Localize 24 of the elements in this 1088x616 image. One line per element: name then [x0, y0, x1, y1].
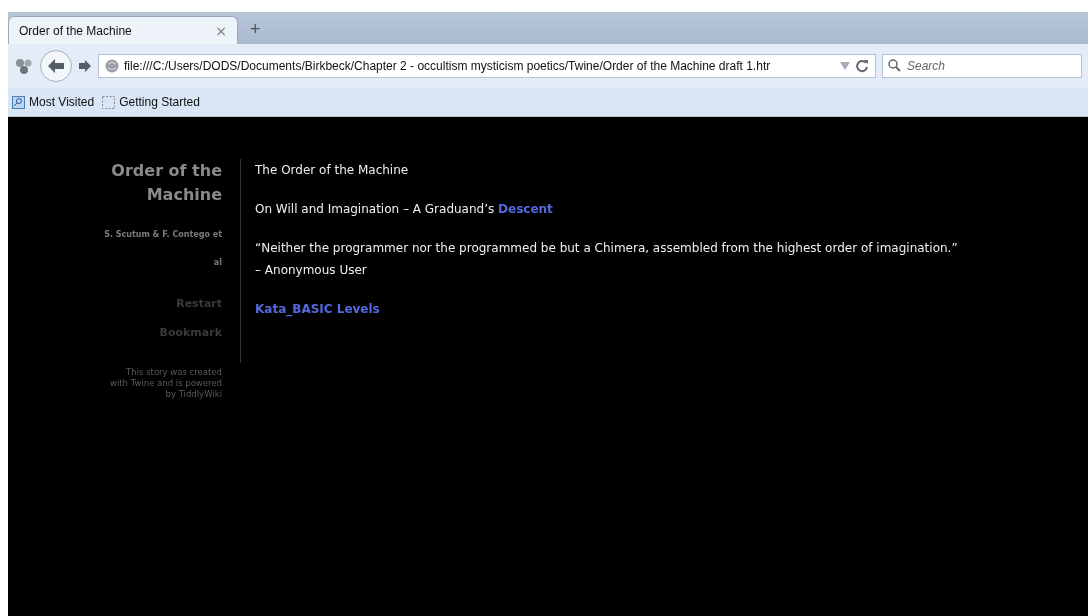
- molecule-icon[interactable]: [14, 56, 34, 76]
- story-author: S. Scutum & F. Contego et al: [104, 229, 222, 269]
- story-title: Order of the Machine: [110, 160, 222, 206]
- blank-page-icon: [102, 95, 116, 109]
- credit-text: This story was created with Twine and is powered by TiddlyWiki: [109, 367, 222, 400]
- search-field[interactable]: Search: [882, 54, 1082, 78]
- passage-text: “Neither the programmer nor the programmed be but a Chimera, assembled from the highest order of imagination.” – Anonymous User: [255, 240, 959, 279]
- new-tab-button[interactable]: +: [242, 19, 269, 44]
- passage-link[interactable]: Kata_BASIC Levels: [255, 302, 380, 316]
- search-icon: [888, 59, 901, 72]
- close-icon[interactable]: ×: [215, 22, 227, 39]
- back-button[interactable]: [40, 50, 72, 82]
- passage-link[interactable]: Descent: [498, 202, 553, 216]
- passage-text: The Order of the Machine: [255, 162, 410, 179]
- address-bar[interactable]: file:///C:/Users/DODS/Documents/Birkbeck/Chapter 2 - occultism mysticism poetics/Twine/Order of the Machine draft 1.htr: [98, 54, 876, 78]
- search-page-icon: [12, 95, 25, 109]
- toolbar-link[interactable]: Getting Started: [102, 95, 200, 109]
- toolbar-link[interactable]: Most Visited: [12, 95, 95, 109]
- browser-tab[interactable]: Order of the Machine ×: [8, 16, 238, 44]
- reload-icon[interactable]: [855, 59, 869, 73]
- globe-icon: [105, 59, 119, 73]
- passage-text: On Will and Imagination – A Graduand’s Descent: [255, 201, 554, 218]
- left-arrow-icon: [47, 58, 65, 74]
- forward-icon[interactable]: [78, 59, 92, 73]
